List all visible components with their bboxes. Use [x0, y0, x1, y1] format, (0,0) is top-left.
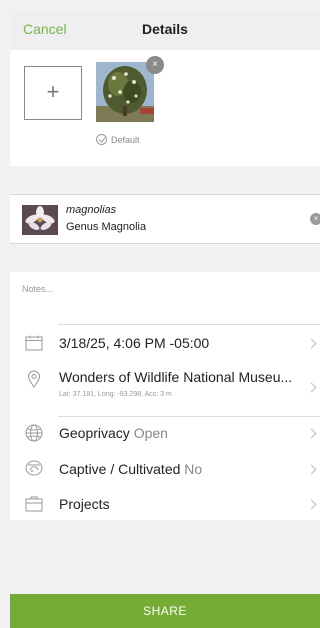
section-spacer	[10, 166, 320, 194]
captive-label: Captive / Cultivated	[59, 461, 181, 477]
calendar-icon	[25, 335, 43, 351]
projects-label: Projects	[59, 496, 110, 512]
chevron-right-icon	[306, 338, 317, 349]
projects-row[interactable]: Projects	[10, 488, 320, 520]
notes-input[interactable]	[22, 284, 302, 294]
photo-section: + × Default	[10, 50, 320, 166]
magnolia-flower-photo	[22, 205, 58, 235]
datetime-value: 3/18/25, 4:06 PM -05:00	[59, 335, 210, 351]
geoprivacy-text: Geoprivacy Open	[59, 425, 168, 441]
captive-value: No	[184, 461, 203, 477]
chevron-right-icon	[306, 464, 317, 475]
check-circle-icon	[96, 134, 107, 145]
taxon-photo	[22, 205, 58, 235]
share-button[interactable]: SHARE	[10, 594, 320, 628]
default-label: Default	[111, 134, 140, 145]
row-divider	[58, 416, 320, 417]
captive-icon	[25, 460, 43, 476]
section-spacer	[10, 244, 320, 272]
notes-section	[10, 272, 320, 324]
chevron-right-icon	[306, 382, 317, 393]
default-photo-indicator[interactable]: Default	[96, 134, 140, 145]
geoprivacy-row[interactable]: Geoprivacy Open	[10, 416, 320, 450]
taxon-scientific-name: magnolias	[66, 204, 117, 216]
geoprivacy-value: Open	[133, 425, 168, 441]
row-divider	[58, 324, 320, 325]
globe-icon	[25, 424, 43, 442]
nav-header: Cancel Details	[10, 10, 320, 50]
clear-icon[interactable]: ×	[310, 213, 320, 225]
taxon-row[interactable]: magnolias Genus Magnolia ×	[10, 194, 320, 244]
location-coordinates: Lat: 37.181, Long: -93.298, Acc: 3 m	[59, 391, 172, 398]
empty-space	[10, 520, 320, 594]
geoprivacy-label: Geoprivacy	[59, 425, 130, 441]
plus-icon: +	[46, 79, 60, 104]
location-row[interactable]: Wonders of Wildlife National Museu... La…	[10, 360, 320, 410]
chevron-right-icon	[306, 499, 317, 510]
page-title: Details	[142, 21, 188, 37]
add-photo-button[interactable]: +	[24, 66, 82, 120]
chevron-right-icon	[306, 428, 317, 439]
captive-text: Captive / Cultivated No	[59, 461, 202, 477]
taxon-common-name: Genus Magnolia	[66, 221, 147, 233]
observation-photo[interactable]	[96, 62, 154, 122]
location-pin-icon	[27, 370, 41, 388]
captive-row[interactable]: Captive / Cultivated No	[10, 452, 320, 486]
location-name: Wonders of Wildlife National Museu...	[59, 369, 293, 385]
remove-photo-button[interactable]: ×	[146, 56, 164, 74]
magnolia-tree-photo	[96, 62, 154, 122]
details-list: 3/18/25, 4:06 PM -05:00 Wonders of Wildl…	[10, 324, 320, 520]
datetime-row[interactable]: 3/18/25, 4:06 PM -05:00	[10, 324, 320, 358]
projects-icon	[25, 496, 43, 512]
